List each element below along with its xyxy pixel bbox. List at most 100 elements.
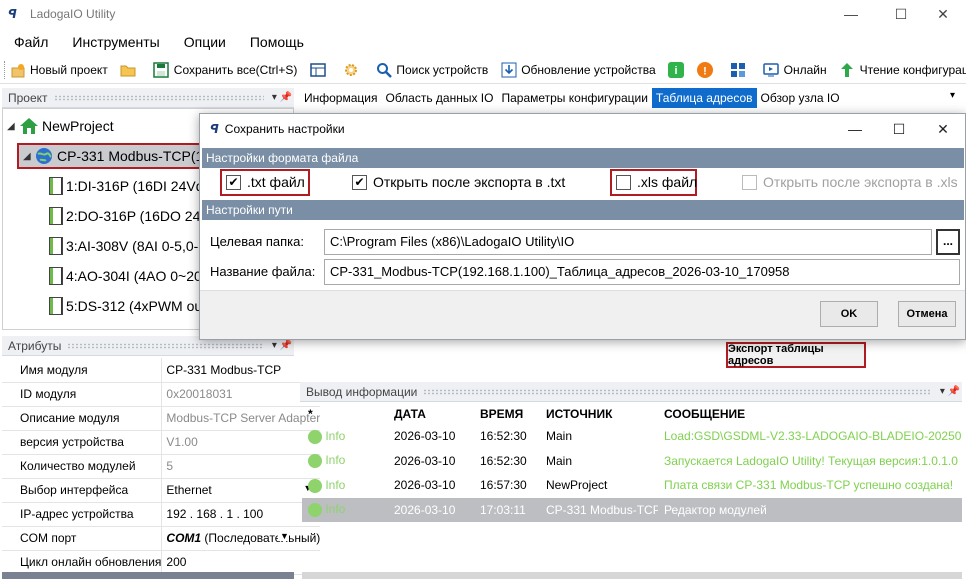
pin-icon[interactable]: ▾ 📌	[270, 340, 294, 351]
open-xls-checkbox: Открыть после экспорта в .xls	[742, 174, 958, 190]
row-level: Info	[325, 453, 346, 468]
row-date: 2026-03-10	[394, 429, 456, 444]
info-button[interactable]: i	[664, 58, 693, 82]
checkbox-empty-icon[interactable]	[616, 174, 631, 190]
row-level: Info	[325, 502, 346, 517]
tree-module-node[interactable]: 1:DI-316P (16DI 24Vdc)	[49, 175, 215, 197]
panel-grip[interactable]	[67, 342, 264, 349]
table-row[interactable]: Info 2026-03-10 16:52:30 Main Запускаетс…	[302, 449, 962, 474]
attr-row: версия устройства V1.00	[2, 430, 321, 455]
col-date[interactable]: ДАТА	[388, 404, 474, 424]
open-txt-checkbox[interactable]: ✔ Открыть после экспорта в .txt	[352, 174, 565, 190]
close-button[interactable]: ✕	[920, 0, 966, 28]
app-logo-icon: ꟼ	[210, 122, 219, 136]
online-button[interactable]: Онлайн	[759, 58, 831, 82]
panel-grip[interactable]	[423, 388, 932, 395]
dialog-minimize-button[interactable]: —	[832, 114, 878, 144]
chevron-down-icon[interactable]: ▼	[278, 531, 289, 541]
col-source[interactable]: ИСТОЧНИК	[540, 404, 658, 424]
settings-button[interactable]	[338, 58, 367, 82]
save-icon	[153, 61, 170, 78]
status-dot-icon	[308, 454, 322, 469]
target-folder-input[interactable]: C:\Program Files (x86)\LadogaIO Utility\…	[324, 229, 932, 255]
upload-icon	[839, 61, 856, 78]
read-config-button[interactable]: Чтение конфигурации	[835, 58, 966, 82]
table-row[interactable]: Info 2026-03-10 16:52:30 Main Load:GSD\G…	[302, 424, 962, 449]
checkbox-checked-icon[interactable]: ✔	[352, 174, 367, 190]
attributes-scrollbar[interactable]	[2, 572, 294, 579]
menu-options[interactable]: Опции	[172, 34, 238, 50]
tab-strip: Информация Область данных IO Параметры к…	[300, 88, 844, 108]
menu-help[interactable]: Помощь	[238, 34, 316, 50]
attr-value[interactable]: CP-331 Modbus-TCP	[161, 358, 321, 383]
status-dot-icon	[308, 503, 322, 518]
tab-node-overview[interactable]: Обзор узла IO	[757, 88, 844, 108]
collapse-arrow-icon[interactable]: ◢	[23, 151, 35, 162]
menu-tools[interactable]: Инструменты	[60, 34, 171, 50]
attr-value: V1.00	[161, 430, 321, 455]
txt-checkbox-label: .txt файл	[247, 174, 305, 190]
module-icon	[49, 267, 63, 285]
grid-icon	[730, 61, 747, 78]
pin-icon[interactable]: ▾ 📌	[270, 92, 294, 103]
ip-address-field[interactable]: 192 . 168 . 1 . 100	[161, 502, 321, 527]
panel-grip[interactable]	[53, 94, 264, 101]
row-message: Редактор модулей	[658, 497, 962, 522]
menu-file[interactable]: Файл	[0, 34, 60, 50]
browse-folder-button[interactable]: ...	[936, 229, 960, 255]
pin-icon[interactable]: ▾ 📌	[938, 386, 962, 397]
export-address-table-button[interactable]: Экспорт таблицы адресов	[726, 342, 866, 368]
ok-button[interactable]: OK	[820, 301, 878, 327]
output-panel-title: Вывод информации	[306, 384, 418, 399]
row-source: NewProject	[546, 478, 608, 493]
output-scrollbar[interactable]	[302, 572, 962, 579]
minimize-button[interactable]: —	[828, 0, 874, 28]
com-port-extra: (Последовательный)	[201, 531, 321, 545]
tab-config-params[interactable]: Параметры конфигурации	[497, 88, 651, 108]
collapse-arrow-icon[interactable]: ◢	[7, 121, 19, 132]
tab-info[interactable]: Информация	[300, 88, 381, 108]
col-level[interactable]: *	[302, 404, 388, 424]
checkbox-checked-icon[interactable]: ✔	[226, 174, 241, 190]
attr-name: версия устройства	[2, 430, 162, 455]
dialog-maximize-button[interactable]: ☐	[876, 114, 922, 144]
col-message[interactable]: СООБЩЕНИЕ	[658, 404, 962, 424]
file-name-input[interactable]: CP-331_Modbus-TCP(192.168.1.100)_Таблица…	[324, 259, 960, 285]
table-row[interactable]: Info 2026-03-10 16:57:30 NewProject Плат…	[302, 473, 962, 498]
window-title: LadogaIO Utility	[30, 7, 116, 21]
checkbox-disabled-icon	[742, 174, 757, 190]
modules-button[interactable]	[726, 58, 755, 82]
path-section-header: Настройки пути	[202, 200, 964, 220]
maximize-button[interactable]: ☐	[878, 0, 924, 28]
dialog-close-button[interactable]: ✕	[920, 114, 966, 144]
update-devices-button[interactable]: Обновление устройства	[496, 58, 659, 82]
menu-bar: Файл Инструменты Опции Помощь	[0, 30, 316, 54]
tree-root-label: NewProject	[42, 118, 114, 134]
status-dot-icon	[308, 478, 322, 493]
interface-select[interactable]: Ethernet▼	[161, 478, 321, 503]
new-project-button[interactable]: Новый проект	[5, 58, 112, 82]
col-time[interactable]: ВРЕМЯ	[474, 404, 540, 424]
output-table: * ДАТА ВРЕМЯ ИСТОЧНИК СООБЩЕНИЕ Info 202…	[302, 404, 962, 522]
tab-overflow-icon[interactable]: ▾	[950, 90, 955, 101]
table-view-button[interactable]	[305, 58, 334, 82]
tab-address-table[interactable]: Таблица адресов	[651, 88, 757, 108]
gear-icon	[342, 61, 359, 78]
cancel-button[interactable]: Отмена	[898, 301, 956, 327]
module-icon	[49, 177, 63, 195]
row-time: 16:52:30	[480, 453, 527, 468]
dialog-title: Сохранить настройки	[224, 122, 345, 136]
warning-button[interactable]: !	[693, 58, 722, 82]
com-port-select[interactable]: COM1 (Последовательный) ▼	[161, 526, 321, 551]
xls-checkbox[interactable]: .xls файл	[616, 174, 697, 190]
attr-row: Количество модулей 5	[2, 454, 321, 479]
find-devices-button[interactable]: Поиск устройств	[371, 58, 492, 82]
table-row-selected[interactable]: Info 2026-03-10 17:03:11 CP-331 Modbus-T…	[302, 497, 962, 522]
open-button[interactable]	[116, 58, 145, 82]
com-port-value: COM1	[166, 531, 202, 545]
txt-checkbox[interactable]: ✔ .txt файл	[226, 174, 305, 190]
tab-io-data-area[interactable]: Область данных IO	[381, 88, 497, 108]
tree-root-node[interactable]: ◢ NewProject	[7, 115, 114, 137]
attr-value[interactable]: 200	[161, 550, 321, 575]
save-all-button[interactable]: Сохранить все(Ctrl+S)	[149, 58, 302, 82]
